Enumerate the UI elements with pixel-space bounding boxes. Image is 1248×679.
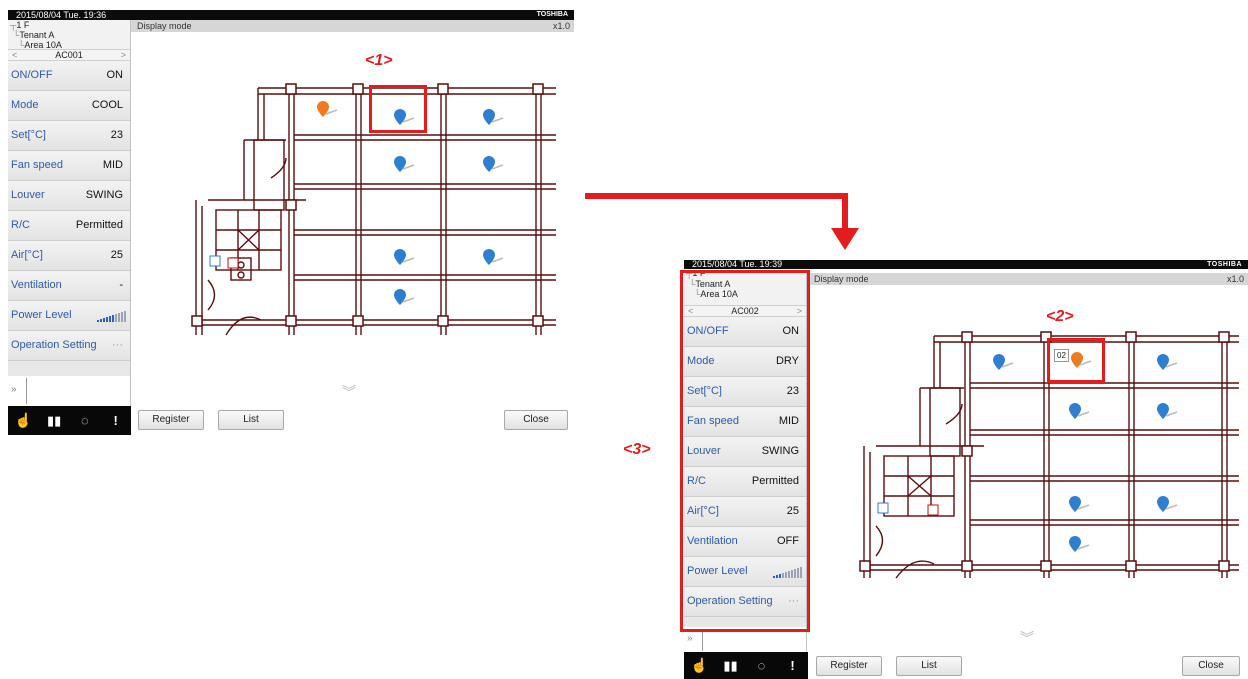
tree-floor[interactable]: ┬1 F xyxy=(10,20,130,30)
title-bar: Display mode x1.0 xyxy=(808,273,1248,285)
status-rows: ON/OFF ON Mode COOL Set[°C] 23 Fan speed MID Lou… xyxy=(8,61,130,361)
ac-unit-pin-icon[interactable] xyxy=(1068,402,1090,420)
register-button[interactable]: Register xyxy=(816,656,882,676)
row-value: ··· xyxy=(112,339,123,351)
row-label: R/C xyxy=(11,219,30,231)
row-value: - xyxy=(119,279,123,291)
unit-selector: < AC001 > xyxy=(8,50,130,61)
alert-icon[interactable]: ! xyxy=(106,412,126,430)
close-button[interactable]: Close xyxy=(504,410,568,430)
power-level-meter xyxy=(97,311,126,322)
ac-unit-pin-icon[interactable] xyxy=(1156,353,1178,371)
row-label: Ventilation xyxy=(11,279,62,291)
bottom-toolbar: ☝ ▮▮ ◌ ! xyxy=(8,406,131,435)
title-bar: Display mode x1.0 xyxy=(131,20,574,32)
list-button[interactable]: List xyxy=(896,656,962,676)
ac-unit-pin-icon[interactable] xyxy=(1068,495,1090,513)
row-label: Set[°C] xyxy=(11,129,46,141)
page-title: Display mode xyxy=(137,21,192,31)
row-value: 23 xyxy=(110,129,123,141)
row-label: ON/OFF xyxy=(11,69,53,81)
row-value: COOL xyxy=(91,99,123,111)
unit-name: AC001 xyxy=(55,50,83,60)
row-label: Louver xyxy=(11,189,45,201)
row-value: MID xyxy=(102,159,123,171)
screen-1: 2015/08/04 Tue. 19:36 Display mode x1.0 … xyxy=(8,10,574,435)
brand-logo: TOSHIBA xyxy=(1207,261,1242,268)
tree-area[interactable]: └Area 10A xyxy=(10,40,130,50)
close-button[interactable]: Close xyxy=(1182,656,1240,676)
alert-icon[interactable]: ! xyxy=(783,657,803,675)
brand-logo: TOSHIBA xyxy=(536,11,568,18)
row-label: Operation Setting xyxy=(11,339,97,351)
datetime: 2015/08/04 Tue. 19:39 xyxy=(692,260,783,269)
callout-3: <3> xyxy=(623,441,651,458)
location-tree: ┬1 F └Tenant A └Area 10A xyxy=(8,20,130,50)
status-row-set-c[interactable]: Set[°C] 23 xyxy=(8,121,130,151)
status-row-power-level[interactable]: Power Level xyxy=(8,301,130,331)
callout-1: <1> xyxy=(365,52,393,69)
register-button[interactable]: Register xyxy=(138,410,204,430)
row-label: Power Level xyxy=(11,309,72,321)
unit-panel: ┬1 F └Tenant A └Area 10A < AC001 > ON/OF… xyxy=(8,20,131,376)
status-row-on-off[interactable]: ON/OFF ON xyxy=(8,61,130,91)
ac-unit-pin-icon[interactable] xyxy=(1156,495,1178,513)
chevron-down-icon[interactable]: ︾ xyxy=(342,382,356,402)
row-value: 25 xyxy=(110,249,123,261)
status-row-r-c[interactable]: R/C Permitted xyxy=(8,211,130,241)
status-row-operation-setting[interactable]: Operation Setting ··· xyxy=(8,331,130,361)
dashed-circle-icon[interactable]: ◌ xyxy=(75,412,95,430)
bottom-toolbar: ☝ ▮▮ ◌ ! xyxy=(684,652,808,679)
status-bar-ext: TOSHIBA xyxy=(131,10,574,20)
row-value: ON xyxy=(106,69,124,81)
zoom-level[interactable]: x1.0 xyxy=(1227,273,1244,285)
row-value: SWING xyxy=(85,189,123,201)
status-bar: 2015/08/04 Tue. 19:39 TOSHIBA xyxy=(684,260,1248,269)
datetime: 2015/08/04 Tue. 19:36 xyxy=(16,10,107,20)
book-icon[interactable]: ▮▮ xyxy=(721,657,741,675)
list-button[interactable]: List xyxy=(218,410,284,430)
hand-icon[interactable]: ☝ xyxy=(13,412,33,430)
ac-unit-pin-icon[interactable] xyxy=(482,155,504,173)
status-row-fan-speed[interactable]: Fan speed MID xyxy=(8,151,130,181)
row-value: Permitted xyxy=(75,219,123,231)
status-row-louver[interactable]: Louver SWING xyxy=(8,181,130,211)
status-row-air-c[interactable]: Air[°C] 25 xyxy=(8,241,130,271)
callout-2: <2> xyxy=(1046,308,1074,325)
book-icon[interactable]: ▮▮ xyxy=(44,412,64,430)
expand-icon[interactable]: » xyxy=(11,384,17,395)
row-label: Air[°C] xyxy=(11,249,43,261)
expand-icon[interactable]: » xyxy=(687,633,693,644)
ac-unit-pin-icon[interactable] xyxy=(1068,535,1090,553)
ac-unit-pin-icon[interactable] xyxy=(393,248,415,266)
prev-unit-icon[interactable]: < xyxy=(12,50,17,60)
chevron-down-icon[interactable]: ︾ xyxy=(1020,628,1034,648)
hand-icon[interactable]: ☝ xyxy=(690,657,710,675)
status-row-mode[interactable]: Mode COOL xyxy=(8,91,130,121)
ac-unit-pin-icon[interactable] xyxy=(316,100,338,118)
page-title: Display mode xyxy=(814,274,869,284)
ac-unit-pin-icon[interactable] xyxy=(393,288,415,306)
row-label: Fan speed xyxy=(11,159,63,171)
highlight-box-2 xyxy=(1047,338,1105,383)
highlight-box-1 xyxy=(369,85,427,133)
row-label: Mode xyxy=(11,99,39,111)
panel-footer: » xyxy=(8,376,131,406)
dashed-circle-icon[interactable]: ◌ xyxy=(752,657,772,675)
next-unit-icon[interactable]: > xyxy=(121,50,126,60)
tree-tenant[interactable]: └Tenant A xyxy=(10,30,130,40)
ac-unit-pin-icon[interactable] xyxy=(992,353,1014,371)
status-row-ventilation[interactable]: Ventilation - xyxy=(8,271,130,301)
ac-unit-pin-icon[interactable] xyxy=(482,108,504,126)
ac-unit-pin-icon[interactable] xyxy=(1156,402,1178,420)
ac-unit-pin-icon[interactable] xyxy=(393,155,415,173)
ac-unit-pin-icon[interactable] xyxy=(482,248,504,266)
flow-arrow xyxy=(585,193,859,250)
highlight-box-3 xyxy=(680,270,810,632)
zoom-level[interactable]: x1.0 xyxy=(553,20,570,32)
